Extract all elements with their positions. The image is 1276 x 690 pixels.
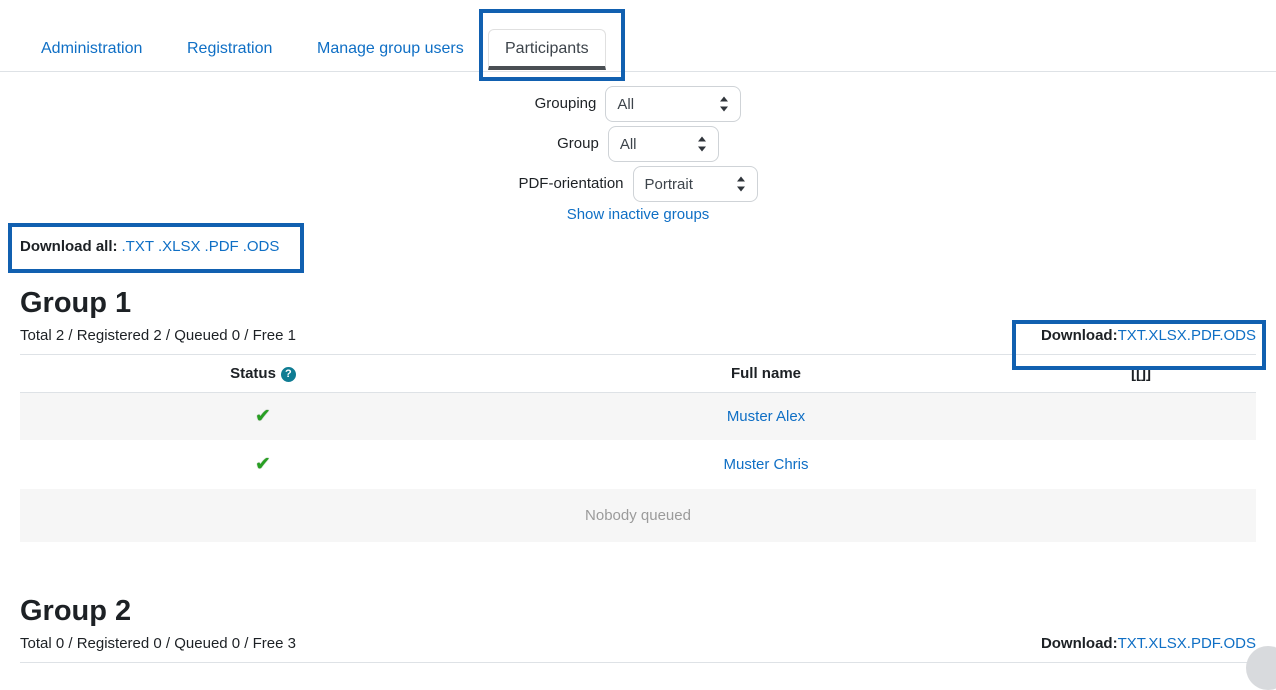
table-header-row: Status? Full name [[]] xyxy=(20,355,1256,393)
filter-form: Grouping All Group All PDF-orientation P… xyxy=(0,86,1276,223)
group-download-pdf-link[interactable]: .PDF xyxy=(1187,635,1220,652)
group-download-bar: Download:TXT.XLSX.PDF.ODS xyxy=(1041,634,1256,654)
check-icon: ✔ xyxy=(255,454,271,475)
column-header-full-name[interactable]: Full name xyxy=(506,355,1026,393)
group-download-txt-link[interactable]: TXT xyxy=(1118,327,1145,344)
download-all-bar: Download all: .TXT .XLSX .PDF .ODS xyxy=(20,237,279,257)
group-stats-row: Total 2 / Registered 2 / Queued 0 / Free… xyxy=(20,326,1256,355)
participants-table: Status? Full name [[]] ✔ Muster Alex ✔ M… xyxy=(20,355,1256,543)
download-all-txt-link[interactable]: .TXT xyxy=(122,238,155,255)
group-download-bar: Download:TXT.XLSX.PDF.ODS xyxy=(1041,326,1256,346)
cell-extra xyxy=(1026,392,1256,441)
group-stats-row: Total 0 / Registered 0 / Queued 0 / Free… xyxy=(20,634,1256,663)
pdf-orientation-filter-row: PDF-orientation Portrait xyxy=(0,166,1276,202)
group-download-pdf-link[interactable]: .PDF xyxy=(1187,327,1220,344)
chevron-updown-icon xyxy=(697,136,707,152)
cell-extra xyxy=(1026,440,1256,489)
table-row: ✔ Muster Alex xyxy=(20,392,1256,441)
group-download-label: Download: xyxy=(1040,327,1118,344)
group-download-ods-link[interactable]: .ODS xyxy=(1219,635,1256,652)
status-header-label: Status xyxy=(230,365,276,382)
pdf-orientation-select[interactable]: Portrait xyxy=(632,166,758,202)
group-download-ods-link[interactable]: .ODS xyxy=(1219,327,1256,344)
tab-administration[interactable]: Administration xyxy=(24,28,159,70)
scroll-to-top-button[interactable] xyxy=(1246,646,1276,690)
grouping-select[interactable]: All xyxy=(605,86,742,122)
download-all-ods-link[interactable]: .ODS xyxy=(243,238,280,255)
show-inactive-groups-row: Show inactive groups xyxy=(0,206,1276,223)
grouping-label: Grouping xyxy=(534,95,597,112)
tab-registration[interactable]: Registration xyxy=(170,28,289,70)
group-label: Group xyxy=(557,135,599,152)
group-section: Group 2 Total 0 / Registered 0 / Queued … xyxy=(0,594,1276,663)
cell-full-name: Muster Chris xyxy=(506,440,1026,489)
chevron-updown-icon xyxy=(736,176,746,192)
empty-queue-row: Nobody queued xyxy=(20,488,1256,543)
pdf-orientation-label: PDF-orientation xyxy=(518,175,624,192)
pdf-orientation-select-value: Portrait xyxy=(644,175,693,193)
tab-manage-group-users[interactable]: Manage group users xyxy=(300,28,481,70)
column-header-extra: [[]] xyxy=(1026,355,1256,393)
group-section: Group 1 Total 2 / Registered 2 / Queued … xyxy=(0,286,1276,543)
download-all-pdf-link[interactable]: .PDF xyxy=(205,238,239,255)
check-icon: ✔ xyxy=(255,406,271,427)
participant-name-link[interactable]: Muster Alex xyxy=(727,408,805,425)
tab-participants[interactable]: Participants xyxy=(488,29,606,70)
chevron-updown-icon xyxy=(720,96,729,112)
group-filter-row: Group All xyxy=(0,126,1276,162)
participant-name-link[interactable]: Muster Chris xyxy=(723,456,808,473)
group-download-txt-link[interactable]: TXT xyxy=(1118,635,1145,652)
group-title: Group 1 xyxy=(20,287,132,319)
group-select-value: All xyxy=(619,135,637,153)
show-inactive-groups-link[interactable]: Show inactive groups xyxy=(567,206,710,223)
table-row: ✔ Muster Chris xyxy=(20,440,1256,489)
cell-status: ✔ xyxy=(20,392,506,441)
download-all-label: Download all: xyxy=(20,238,118,255)
cell-full-name: Muster Alex xyxy=(506,392,1026,441)
group-download-xlsx-link[interactable]: .XLSX xyxy=(1144,327,1187,344)
grouping-select-value: All xyxy=(617,95,635,113)
tab-bar: Administration Registration Manage group… xyxy=(0,0,1276,72)
column-header-status[interactable]: Status? xyxy=(20,355,506,393)
group-download-xlsx-link[interactable]: .XLSX xyxy=(1144,635,1187,652)
download-all-xlsx-link[interactable]: .XLSX xyxy=(158,238,201,255)
empty-queue-text: Nobody queued xyxy=(20,488,1256,543)
help-icon[interactable]: ? xyxy=(280,367,296,382)
group-title: Group 2 xyxy=(20,595,132,627)
group-select[interactable]: All xyxy=(607,126,719,162)
grouping-filter-row: Grouping All xyxy=(0,86,1276,122)
cell-status: ✔ xyxy=(20,440,506,489)
group-download-label: Download: xyxy=(1040,635,1118,652)
